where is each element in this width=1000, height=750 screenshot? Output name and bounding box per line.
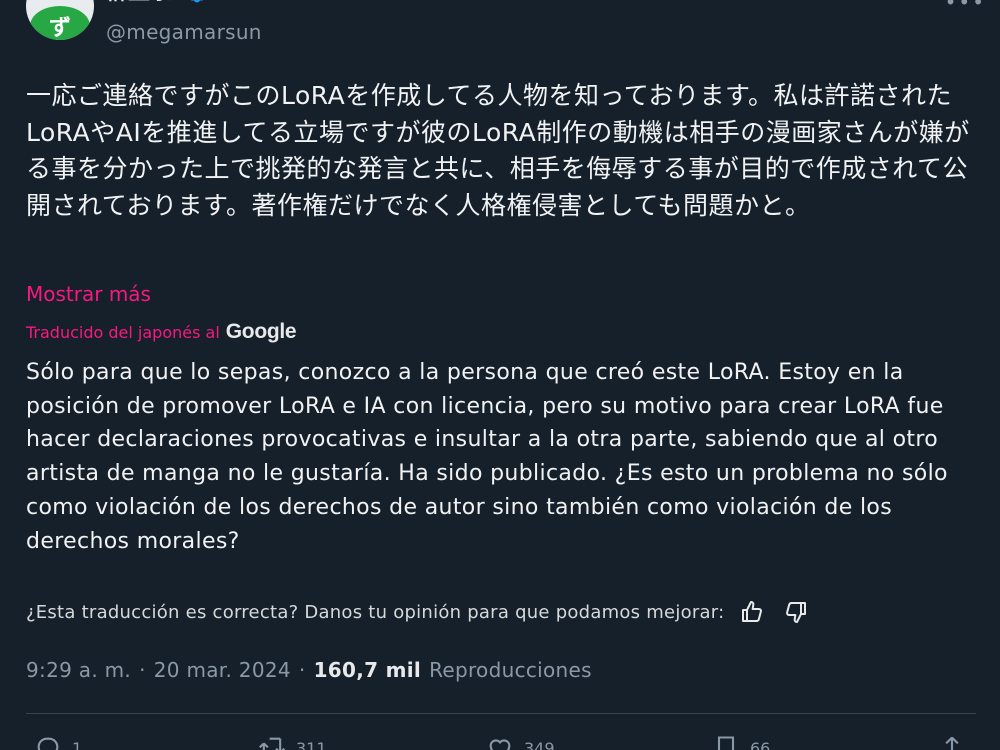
avatar[interactable]: ず <box>26 0 94 40</box>
tweet-translation-text: Sólo para que lo sepas, conozco a la per… <box>26 360 948 554</box>
more-dots-icon[interactable]: ••• <box>945 0 986 14</box>
translated-label: Traducido del japonés al <box>26 322 220 342</box>
thumbs-down-icon[interactable] <box>780 596 812 628</box>
author-handle[interactable]: @megamarsun <box>106 19 262 45</box>
bookmark-button[interactable]: 66 <box>712 734 770 750</box>
tweet-original-text: 一応ご連絡ですがこのLoRAを作成してる人物を知っております。私は許諾されたLo… <box>26 81 970 220</box>
bookmark-count: 66 <box>750 738 771 750</box>
translation-feedback: ¿Esta traducción es correcta? Danos tu o… <box>26 596 966 628</box>
share-icon <box>945 736 959 750</box>
reply-icon <box>37 737 59 750</box>
thumbs-up-icon[interactable] <box>736 596 768 628</box>
views-label: Reproducciones <box>429 658 592 682</box>
feedback-question: ¿Esta traducción es correcta? Danos tu o… <box>26 601 725 623</box>
meta-separator: · <box>298 658 306 682</box>
like-button[interactable]: 349 <box>486 734 555 750</box>
retweet-icon <box>259 737 285 750</box>
tweet-time[interactable]: 9:29 a. m. <box>26 658 131 682</box>
action-bar: 1 311 349 66 <box>26 734 976 750</box>
heart-icon <box>489 739 511 750</box>
tweet-date[interactable]: 20 mar. 2024 <box>154 658 291 682</box>
meta-separator: · <box>139 658 146 682</box>
retweet-button[interactable]: 311 <box>258 734 327 750</box>
tweet-meta: 9:29 a. m. · 20 mar. 2024 · 160,7 mil Re… <box>26 654 592 686</box>
share-button[interactable] <box>938 734 966 750</box>
google-logo[interactable]: Google <box>226 320 297 344</box>
divider <box>26 713 976 714</box>
like-count: 349 <box>524 738 555 750</box>
verified-badge-icon <box>190 0 204 3</box>
retweet-count: 311 <box>296 738 327 750</box>
reply-button[interactable]: 1 <box>34 734 82 750</box>
bookmark-icon <box>717 736 735 750</box>
translated-by: Traducido del japonés al Google <box>26 318 297 346</box>
display-name[interactable]: 榊正宗 <box>106 0 172 8</box>
reply-count: 1 <box>72 738 83 750</box>
views-count: 160,7 mil <box>313 658 422 682</box>
tweet-header: ず 榊正宗 @megamarsun ••• <box>26 0 986 52</box>
avatar-glyph: ず <box>48 16 71 40</box>
show-more-link[interactable]: Mostrar más <box>26 280 151 308</box>
